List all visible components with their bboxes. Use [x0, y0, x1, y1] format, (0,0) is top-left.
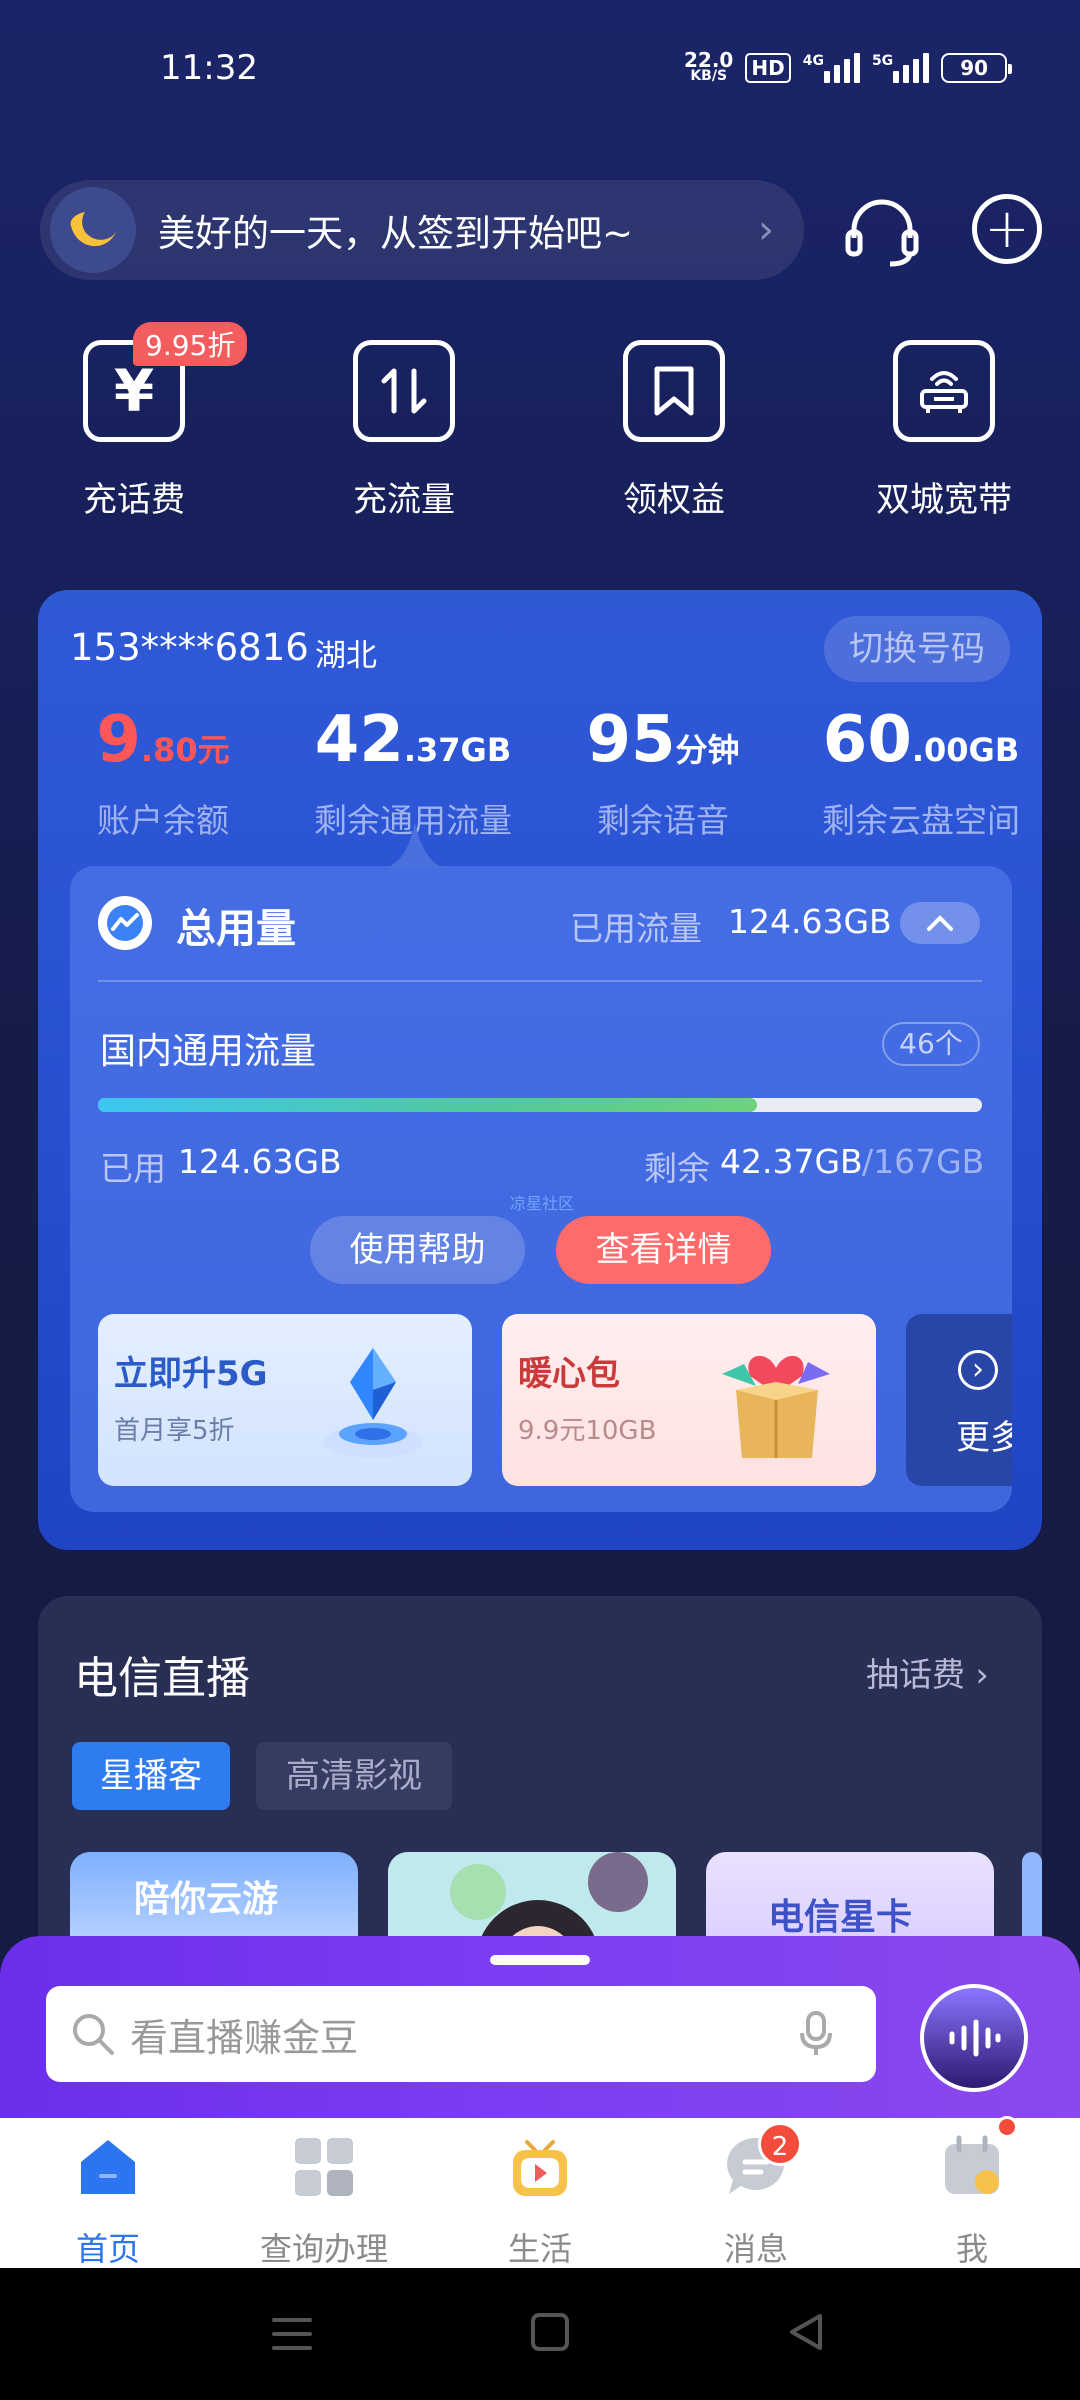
- nav-label: 首页: [75, 2230, 140, 2268]
- qa-label: 充话费: [83, 480, 185, 520]
- promo-title: 暖心包: [518, 1354, 620, 1394]
- promo-5g-card[interactable]: 立即升5G 首月享5折: [98, 1314, 472, 1486]
- total-value: /167GB: [862, 1142, 985, 1181]
- more-promos-button[interactable]: › 更多: [906, 1314, 1012, 1486]
- stat-voice[interactable]: 95分钟 剩余语音: [538, 700, 788, 842]
- chevron-right-icon: ›: [975, 1655, 989, 1694]
- qa-benefits[interactable]: 领权益: [574, 340, 774, 521]
- headset-icon[interactable]: [842, 196, 922, 268]
- usage-chart-icon: [98, 896, 152, 950]
- stat-data[interactable]: 42.37GB 剩余通用流量: [288, 700, 538, 842]
- view-details-button[interactable]: 查看详情: [556, 1216, 771, 1284]
- home-square-icon[interactable]: [530, 2312, 570, 2352]
- notification-dot: [996, 2116, 1018, 2138]
- promo-subtitle: 首月享5折: [114, 1416, 235, 1446]
- tab-star-podcast[interactable]: 星播客: [72, 1742, 230, 1810]
- used-data-value: 124.63GB: [728, 902, 892, 941]
- help-button[interactable]: 使用帮助: [310, 1216, 525, 1284]
- back-icon[interactable]: [786, 2312, 826, 2352]
- usage-title: 总用量: [176, 906, 296, 952]
- calendar-checkin-icon: [937, 2132, 1007, 2202]
- 5g-crystal-icon: [323, 1348, 423, 1458]
- promo-warm-card[interactable]: 暖心包 9.9元10GB: [502, 1314, 876, 1486]
- chevron-right-circle-icon: ›: [958, 1350, 998, 1390]
- stat-balance[interactable]: 9.80元 账户余额: [38, 700, 288, 842]
- microphone-icon[interactable]: [796, 2009, 836, 2059]
- qa-label: 双城宽带: [876, 480, 1012, 520]
- status-icons: 22.0 KB/S HD 4G 5G 90: [684, 48, 1013, 84]
- qa-label: 充流量: [353, 480, 455, 520]
- search-icon: [73, 2014, 114, 2055]
- nav-messages[interactable]: 消息: [648, 2132, 864, 2270]
- grid-icon: [289, 2132, 359, 2202]
- bookmark-icon: [623, 340, 725, 442]
- nav-home[interactable]: 首页: [0, 2132, 216, 2270]
- remaining-label: 剩余: [644, 1149, 710, 1188]
- system-nav-bar: [0, 2268, 1080, 2400]
- nav-me[interactable]: 我: [864, 2132, 1080, 2270]
- menu-icon[interactable]: [270, 2314, 314, 2354]
- tab-hd-video[interactable]: 高清影视: [256, 1742, 452, 1810]
- search-placeholder: 看直播赚金豆: [130, 2015, 359, 2060]
- region: 湖北: [315, 638, 377, 674]
- chevron-right-icon: ›: [758, 207, 774, 253]
- live-more-link[interactable]: 抽话费 ›: [866, 1648, 989, 1696]
- status-time: 11:32: [160, 48, 258, 88]
- sound-wave-icon: [949, 2019, 1001, 2057]
- gift-box-icon: [722, 1355, 830, 1458]
- discount-badge: 9.95折: [133, 322, 248, 366]
- remaining-value: 42.37GB: [720, 1142, 863, 1181]
- used-data-label: 已用流量: [570, 909, 702, 948]
- stat-cloud[interactable]: 60.00GB 剩余云盘空间: [788, 700, 1054, 842]
- router-icon: [893, 340, 995, 442]
- drag-handle[interactable]: [490, 1955, 590, 1965]
- data-transfer-icon: [353, 340, 455, 442]
- checkin-banner[interactable]: 美好的一天，从签到开始吧~ ›: [40, 180, 804, 280]
- thumb-title: 陪你云游: [134, 1879, 279, 1920]
- qa-recharge-call[interactable]: ¥ 充话费: [34, 340, 234, 521]
- phone-number: 153****6816: [70, 626, 309, 669]
- used-short-value: 124.63GB: [178, 1142, 342, 1181]
- chevron-up-icon: [927, 915, 953, 931]
- package-count-badge[interactable]: 46个: [882, 1022, 980, 1066]
- add-icon[interactable]: +: [972, 194, 1042, 264]
- signal-5g-icon: 5G: [872, 53, 930, 83]
- domestic-data-label: 国内通用流量: [100, 1031, 317, 1072]
- qa-broadband[interactable]: 双城宽带: [844, 340, 1044, 521]
- search-input[interactable]: 看直播赚金豆: [46, 1986, 876, 2082]
- nav-life[interactable]: 生活: [432, 2132, 648, 2270]
- divider: [98, 980, 982, 982]
- moon-avatar-icon: [50, 187, 136, 273]
- nav-label: 我: [955, 2230, 988, 2268]
- message-count-badge: 2: [758, 2122, 802, 2166]
- hd-icon: HD: [745, 53, 791, 83]
- live-title: 电信直播: [74, 1653, 250, 1704]
- promo-title: 立即升5G: [114, 1354, 268, 1394]
- switch-number-button[interactable]: 切换号码: [824, 616, 1010, 682]
- checkin-text: 美好的一天，从签到开始吧~: [158, 212, 634, 255]
- usage-progress-bar: [98, 1098, 982, 1112]
- nav-label: 生活: [507, 2230, 572, 2268]
- more-label: 更多: [956, 1418, 1012, 1458]
- watermark: 凉星社区: [510, 1194, 575, 1213]
- thumb-title: 电信星卡: [768, 1897, 913, 1938]
- nav-query[interactable]: 查询办理: [216, 2132, 432, 2270]
- collapse-button[interactable]: [900, 902, 980, 944]
- battery-icon: 90: [941, 53, 1013, 83]
- nav-label: 消息: [723, 2230, 788, 2268]
- net-speed: 22.0 KB/S: [684, 48, 734, 84]
- tv-icon: [505, 2132, 575, 2202]
- live-voice-button[interactable]: [920, 1984, 1028, 2092]
- used-short-label: 已用: [100, 1149, 166, 1188]
- nav-label: 查询办理: [259, 2230, 388, 2268]
- promo-subtitle: 9.9元10GB: [518, 1416, 657, 1446]
- qa-label: 领权益: [623, 480, 725, 520]
- usage-progress-fill: [98, 1098, 758, 1112]
- panel-pointer: [385, 822, 445, 868]
- qa-recharge-data[interactable]: 充流量: [304, 340, 504, 521]
- signal-4g-icon: 4G: [803, 53, 860, 83]
- home-icon: [73, 2132, 143, 2202]
